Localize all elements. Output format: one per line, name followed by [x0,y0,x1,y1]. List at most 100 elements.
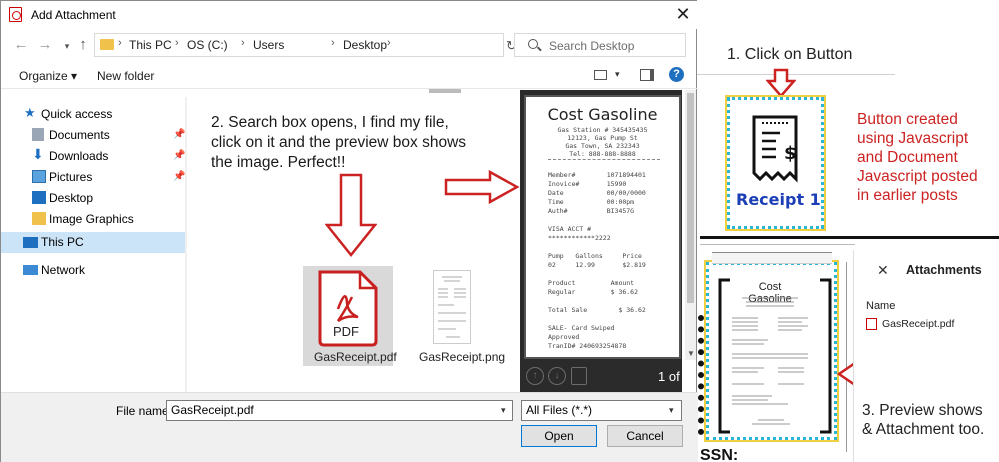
breadcrumb-desktop[interactable]: Desktop [343,38,387,52]
pdf-icon [866,318,877,330]
nav-item-image-graphics[interactable]: Image Graphics [1,209,185,230]
red-note: Button created using Javascript and Docu… [857,110,978,205]
step3-text: 3. Preview shows & Attachment too. [862,401,984,439]
search-placeholder: Search Desktop [549,39,635,53]
receipt-body-line: Total Sale $ 36.62 [548,306,646,314]
receipt-header-line: Tel: 888-888-8888 [569,150,636,158]
help-icon[interactable]: ? [669,67,684,82]
receipt-body-line: VISA ACCT # [548,225,592,233]
receipt-body-line: Pump Gallons Price [548,252,642,260]
preview-pane-icon[interactable] [640,69,654,81]
receipt-body-line: 02 12.99 $2.819 [548,261,646,269]
chevron-right-icon[interactable]: › [241,37,245,49]
breadcrumb-users[interactable]: Users [253,38,284,52]
forward-arrow-icon[interactable]: → [37,37,53,53]
close-button[interactable]: ✕ [673,4,693,24]
receipt-body-line: Product Amount [548,279,635,287]
star-icon: ★ [24,105,36,120]
next-page-icon[interactable]: ↓ [548,367,566,385]
file-name-label: File name: [116,404,173,418]
recent-dropdown-icon[interactable]: ▾ [59,38,75,54]
nav-item-label: Network [41,263,86,277]
receipt-body-line: Date 00/00/0000 [548,189,646,197]
breadcrumb-this-pc[interactable]: This PC [129,38,172,52]
red-note-line: Javascript posted [857,168,978,185]
add-attachment-dialog: Add Attachment ✕ ← → ▾ ↑ › This PC › OS … [0,0,698,462]
step3-line: 3. Preview shows [862,402,983,419]
down-arrow-icon [325,173,377,257]
receipt-body-line: Regular $ 36.62 [548,288,639,296]
nav-item-documents[interactable]: Documents 📌 [1,125,185,146]
address-bar[interactable]: › This PC › OS (C:) › Users › Desktop › … [94,33,570,57]
right-arrow-icon [444,169,520,205]
view-icon[interactable] [594,70,607,80]
search-icon [528,39,538,49]
divider [700,244,855,245]
page-info: 1 of 1 [658,369,691,384]
receipt-body-line: Auth# BI3457G [548,207,635,215]
receipt-divider [548,159,660,160]
file-name-input[interactable]: GasReceipt.pdf [166,400,513,421]
pin-icon[interactable]: 📌 [173,129,185,140]
close-icon[interactable]: ✕ [877,262,889,279]
new-folder-button[interactable]: New folder [97,69,154,83]
chevron-right-icon[interactable]: › [387,37,391,49]
partial-thumbnail [429,89,461,93]
panel-divider [846,262,852,452]
open-button[interactable]: Open [521,425,597,447]
annotation-line: click on it and the preview box shows [211,134,467,151]
chevron-right-icon[interactable]: › [118,37,122,49]
receipt-header-line: Gas Town, SA 232343 [565,142,640,150]
pin-icon[interactable]: 📌 [173,150,185,161]
nav-item-label: Desktop [49,191,94,205]
breadcrumb-drive[interactable]: OS (C:) [187,38,228,52]
nav-item-label: Downloads [49,149,109,163]
annotation-text: 2. Search box opens, I find my file, cli… [211,113,466,173]
file-name: GasReceipt.png [419,350,506,364]
red-note-line: and Document [857,149,958,166]
back-arrow-icon[interactable]: ← [13,37,29,53]
divider [697,74,895,75]
nav-item-label: Quick access [41,107,113,121]
attachment-file[interactable]: GasReceipt.pdf [882,318,954,330]
nav-item-downloads[interactable]: ⬇ Downloads 📌 [1,146,185,167]
nav-item-label: Image Graphics [49,212,134,226]
receipt-preview: Cost Gasoline Gas Station # 345435435 12… [524,95,681,359]
pdf-type-label: PDF [333,324,359,339]
chevron-down-icon[interactable]: ▾ [669,405,674,416]
receipt-button-label: Receipt 1 [736,190,821,209]
receipt-title: Cost Gasoline [547,105,658,124]
up-arrow-icon[interactable]: ↑ [75,37,91,53]
file-type-select[interactable]: All Files (*.*) [521,400,682,421]
png-thumbnail [433,270,471,344]
file-name: GasReceipt.pdf [314,350,397,364]
previous-page-icon[interactable]: ↑ [526,367,544,385]
desktop-icon [32,191,46,204]
background-fragment: SSN: [700,447,739,462]
file-item-png[interactable]: GasReceipt.png [411,266,505,366]
nav-item-desktop[interactable]: Desktop [1,188,185,209]
search-input[interactable]: Search Desktop [514,33,686,57]
find-icon[interactable] [571,367,587,385]
chevron-down-icon[interactable]: ▾ [501,405,506,416]
nav-item-pictures[interactable]: Pictures 📌 [1,167,185,188]
cancel-button[interactable]: Cancel [607,425,683,447]
divider [700,236,999,239]
documents-icon [32,128,44,141]
scroll-down-icon[interactable]: ▼ [687,349,695,358]
organize-label: Organize [19,69,68,83]
organize-button[interactable]: Organize ▾ [19,69,77,83]
network-icon [23,265,38,275]
nav-item-this-pc[interactable]: This PC [1,232,185,253]
preview-scroll-thumb[interactable] [687,93,694,303]
chevron-right-icon[interactable]: › [175,37,179,49]
file-item-pdf[interactable]: PDF GasReceipt.pdf [303,266,397,366]
receipt-body-line: SALE- Card Swiped [548,324,615,332]
nav-item-label: This PC [41,235,84,249]
step1-text: 1. Click on Button [727,46,853,63]
chevron-right-icon[interactable]: › [331,37,335,49]
pin-icon[interactable]: 📌 [173,171,185,182]
nav-item-quick-access[interactable]: ★ Quick access [1,104,185,125]
nav-item-network[interactable]: Network [1,260,185,281]
chevron-down-icon[interactable]: ▾ [615,69,620,80]
